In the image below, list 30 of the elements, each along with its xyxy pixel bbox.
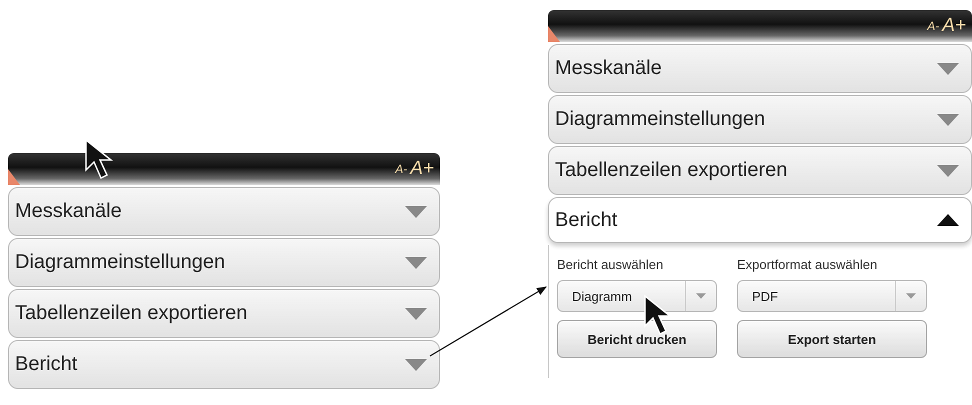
caret-down-icon xyxy=(906,293,916,299)
dropdown[interactable]: PDF xyxy=(737,280,927,312)
accordion-header[interactable]: Messkanäle xyxy=(8,187,440,236)
caret-down-icon xyxy=(405,308,427,320)
accordion-header[interactable]: Tabellenzeilen exportieren xyxy=(548,146,972,195)
action-button[interactable]: Bericht drucken xyxy=(557,320,717,358)
caret-up-icon xyxy=(937,214,959,226)
accordion-header[interactable]: Diagrammeinstellungen xyxy=(548,95,972,144)
action-button[interactable]: Export starten xyxy=(737,320,927,358)
caret-down-icon xyxy=(405,256,427,268)
caret-down-icon xyxy=(405,206,427,218)
caret-down-icon xyxy=(405,358,427,370)
caret-down-icon xyxy=(937,62,959,74)
accordion-header[interactable]: Messkanäle xyxy=(548,44,972,93)
caret-down-icon xyxy=(937,164,959,176)
font-size-button[interactable]: A+ xyxy=(410,158,434,180)
accordion-header[interactable]: Bericht xyxy=(548,197,972,243)
font-size-button[interactable]: A+ xyxy=(942,15,966,37)
dropdown[interactable]: Diagramm xyxy=(557,280,717,312)
field-label: Bericht auswählen xyxy=(557,257,664,272)
field-label: Exportformat auswählen xyxy=(737,257,878,272)
corner-icon xyxy=(548,26,560,42)
accordion-header[interactable]: Bericht xyxy=(8,340,440,389)
font-size-button[interactable]: A- xyxy=(927,19,940,33)
accordion-header[interactable]: Diagrammeinstellungen xyxy=(8,238,440,287)
caret-down-icon xyxy=(696,293,706,299)
caret-down-icon xyxy=(937,114,959,126)
accordion-header[interactable]: Tabellenzeilen exportieren xyxy=(8,289,440,338)
corner-icon xyxy=(8,169,20,185)
font-size-button[interactable]: A- xyxy=(395,162,408,176)
